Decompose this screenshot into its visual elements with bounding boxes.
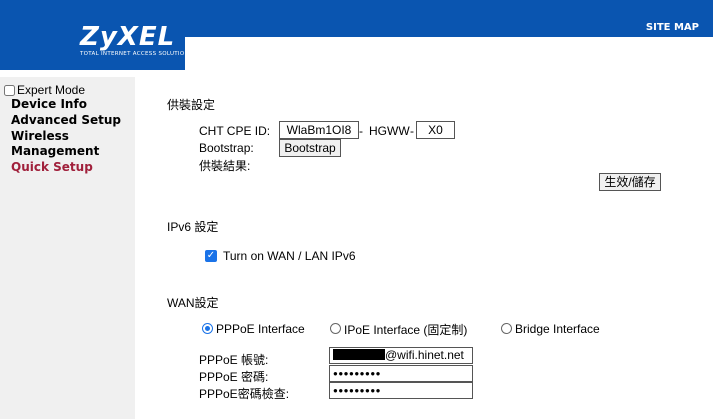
- pppoe-confirm-input[interactable]: ●●●●●●●●●: [329, 382, 473, 399]
- zyxel-logo: ZyXEL: [80, 22, 176, 52]
- header: ZyXEL TOTAL INTERNET ACCESS SOLUTION SIT…: [0, 0, 713, 77]
- sidebar-item-management[interactable]: Management: [11, 144, 121, 160]
- expert-mode[interactable]: Expert Mode: [4, 83, 85, 97]
- bootstrap-button[interactable]: Bootstrap: [279, 139, 341, 157]
- hgww-dash: -: [410, 124, 414, 138]
- pppoe-radio[interactable]: [202, 323, 213, 334]
- redacted-block: [333, 349, 385, 361]
- header-curve: [185, 37, 713, 77]
- hgww-label: HGWW: [369, 124, 410, 138]
- sidebar-nav: Device Info Advanced Setup Wireless Mana…: [11, 97, 121, 176]
- ipv6-checkbox-label: Turn on WAN / LAN IPv6: [223, 249, 356, 263]
- ipv6-title: IPv6 設定: [167, 220, 219, 234]
- bridge-radio-label: Bridge Interface: [515, 322, 600, 336]
- sidebar-item-quick-setup[interactable]: Quick Setup: [11, 160, 121, 176]
- provision-title: 供裝設定: [167, 98, 216, 112]
- wan-title: WAN設定: [167, 296, 219, 310]
- sidebar: Expert Mode Device Info Advanced Setup W…: [0, 77, 135, 419]
- main-content: 供裝設定 CHT CPE ID: WlaBm1OI8 - HGWW - X0 B…: [135, 77, 713, 419]
- sidebar-item-wireless[interactable]: Wireless: [11, 129, 121, 145]
- ipoe-radio-label: IPoE Interface (固定制): [344, 323, 468, 337]
- ipoe-radio[interactable]: [330, 323, 341, 334]
- ipv6-checkbox[interactable]: ✓: [205, 250, 217, 262]
- pppoe-password-label: PPPoE 密碼:: [199, 370, 269, 384]
- logo-tagline: TOTAL INTERNET ACCESS SOLUTION: [80, 51, 189, 57]
- cpe-dash: -: [359, 124, 363, 138]
- pppoe-password-input[interactable]: ●●●●●●●●●: [329, 365, 473, 382]
- expert-mode-label: Expert Mode: [17, 83, 86, 97]
- cpe-suffix-value: X0: [416, 121, 455, 139]
- save-apply-button[interactable]: 生效/儲存: [599, 173, 661, 191]
- pppoe-radio-label: PPPoE Interface: [216, 322, 305, 336]
- provision-result-label: 供裝結果:: [199, 159, 251, 173]
- site-map-link[interactable]: SITE MAP: [646, 22, 699, 33]
- header-band: [185, 0, 713, 37]
- sidebar-item-device-info[interactable]: Device Info: [11, 97, 121, 113]
- expert-mode-checkbox[interactable]: [4, 84, 15, 96]
- pppoe-account-label: PPPoE 帳號:: [199, 353, 269, 367]
- pppoe-account-value: @wifi.hinet.net: [385, 348, 464, 362]
- sidebar-item-advanced-setup[interactable]: Advanced Setup: [11, 113, 121, 129]
- cpe-id-label: CHT CPE ID:: [199, 124, 271, 138]
- bridge-radio[interactable]: [501, 323, 512, 334]
- pppoe-account-input[interactable]: @wifi.hinet.net: [329, 347, 473, 364]
- cpe-id-value: WlaBm1OI8: [279, 121, 359, 139]
- bootstrap-label: Bootstrap:: [199, 141, 254, 155]
- pppoe-confirm-label: PPPoE密碼檢查:: [199, 387, 290, 401]
